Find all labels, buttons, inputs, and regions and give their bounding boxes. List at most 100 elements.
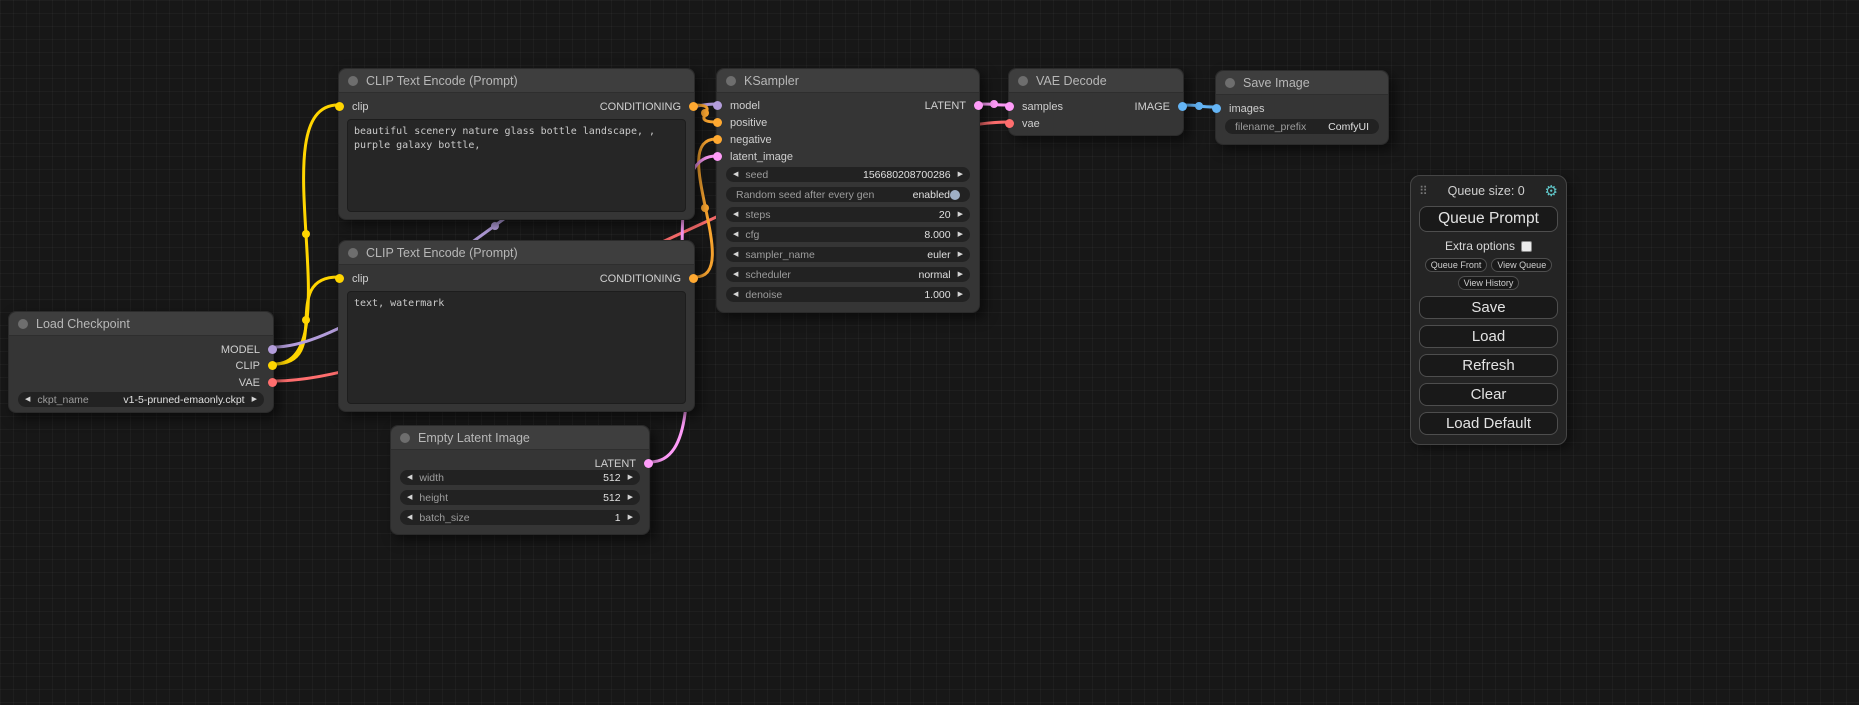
node-load-checkpoint[interactable]: Load Checkpoint MODEL CLIP VAE ◀ ckpt_na… — [8, 311, 274, 413]
toggle-knob-icon[interactable] — [950, 190, 960, 200]
random-seed-toggle[interactable]: Random seed after every gen enabled — [726, 187, 970, 202]
arrow-right-icon[interactable]: ▶ — [958, 251, 963, 258]
conditioning-port-icon[interactable] — [713, 118, 722, 127]
arrow-left-icon[interactable]: ◀ — [733, 231, 738, 238]
output-slot-clip[interactable]: CLIP — [236, 359, 273, 372]
drag-handle-icon[interactable]: ⠿ — [1419, 184, 1428, 198]
save-button[interactable]: Save — [1419, 296, 1558, 319]
refresh-button[interactable]: Refresh — [1419, 354, 1558, 377]
collapse-dot-icon[interactable] — [1018, 76, 1028, 86]
arrow-left-icon[interactable]: ◀ — [733, 211, 738, 218]
batch-size-widget[interactable]: ◀ batch_size 1 ▶ — [400, 510, 640, 525]
input-slot-latent-image[interactable]: latent_image — [717, 150, 793, 163]
arrow-left-icon[interactable]: ◀ — [733, 271, 738, 278]
latent-port-icon[interactable] — [1005, 102, 1014, 111]
arrow-right-icon[interactable]: ▶ — [252, 396, 257, 403]
arrow-left-icon[interactable]: ◀ — [733, 171, 738, 178]
collapse-dot-icon[interactable] — [348, 248, 358, 258]
arrow-left-icon[interactable]: ◀ — [407, 514, 412, 521]
arrow-left-icon[interactable]: ◀ — [733, 291, 738, 298]
collapse-dot-icon[interactable] — [400, 433, 410, 443]
arrow-right-icon[interactable]: ▶ — [958, 231, 963, 238]
node-save-image[interactable]: Save Image images filename_prefix ComfyU… — [1215, 70, 1389, 145]
input-slot-clip[interactable]: clip — [339, 272, 369, 285]
clip-port-icon[interactable] — [268, 361, 277, 370]
view-history-button[interactable]: View History — [1458, 276, 1520, 290]
input-slot-negative[interactable]: negative — [717, 133, 772, 146]
node-title-bar[interactable]: CLIP Text Encode (Prompt) — [339, 69, 694, 93]
comfy-menu-panel[interactable]: ⠿ Queue size: 0 ⚙ Queue Prompt Extra opt… — [1410, 175, 1567, 445]
input-slot-images[interactable]: images — [1216, 102, 1264, 115]
load-button[interactable]: Load — [1419, 325, 1558, 348]
arrow-right-icon[interactable]: ▶ — [958, 271, 963, 278]
output-slot-image[interactable]: IMAGE — [1135, 100, 1183, 113]
denoise-widget[interactable]: ◀ denoise 1.000 ▶ — [726, 287, 970, 302]
image-port-icon[interactable] — [1212, 104, 1221, 113]
arrow-left-icon[interactable]: ◀ — [407, 494, 412, 501]
output-slot-conditioning[interactable]: CONDITIONING — [600, 272, 694, 285]
queue-front-button[interactable]: Queue Front — [1425, 258, 1488, 272]
arrow-right-icon[interactable]: ▶ — [958, 291, 963, 298]
node-clip-text-encode-negative[interactable]: CLIP Text Encode (Prompt) clip CONDITION… — [338, 240, 695, 412]
arrow-left-icon[interactable]: ◀ — [25, 396, 30, 403]
input-slot-model[interactable]: model — [717, 99, 760, 112]
node-ksampler[interactable]: KSampler model positive negative latent_… — [716, 68, 980, 313]
node-title-bar[interactable]: Load Checkpoint — [9, 312, 273, 336]
collapse-dot-icon[interactable] — [1225, 78, 1235, 88]
collapse-dot-icon[interactable] — [348, 76, 358, 86]
node-title-bar[interactable]: CLIP Text Encode (Prompt) — [339, 241, 694, 265]
width-widget[interactable]: ◀ width 512 ▶ — [400, 470, 640, 485]
sampler-name-widget[interactable]: ◀ sampler_name euler ▶ — [726, 247, 970, 262]
node-vae-decode[interactable]: VAE Decode samples vae IMAGE — [1008, 68, 1184, 136]
output-slot-conditioning[interactable]: CONDITIONING — [600, 100, 694, 113]
arrow-left-icon[interactable]: ◀ — [733, 251, 738, 258]
output-slot-latent[interactable]: LATENT — [595, 457, 649, 470]
conditioning-port-icon[interactable] — [689, 274, 698, 283]
input-slot-vae[interactable]: vae — [1009, 117, 1040, 130]
node-empty-latent-image[interactable]: Empty Latent Image LATENT ◀ width 512 ▶ … — [390, 425, 650, 535]
clip-port-icon[interactable] — [335, 274, 344, 283]
input-slot-clip[interactable]: clip — [339, 100, 369, 113]
queue-prompt-button[interactable]: Queue Prompt — [1419, 206, 1558, 232]
latent-port-icon[interactable] — [713, 152, 722, 161]
extra-options-checkbox[interactable] — [1521, 241, 1532, 252]
seed-widget[interactable]: ◀ seed 156680208700286 ▶ — [726, 167, 970, 182]
node-title-bar[interactable]: Empty Latent Image — [391, 426, 649, 450]
arrow-left-icon[interactable]: ◀ — [407, 474, 412, 481]
view-queue-button[interactable]: View Queue — [1491, 258, 1552, 272]
prompt-textarea[interactable]: text, watermark — [347, 291, 686, 404]
image-port-icon[interactable] — [1178, 102, 1187, 111]
vae-port-icon[interactable] — [268, 378, 277, 387]
output-slot-model[interactable]: MODEL — [221, 343, 273, 356]
arrow-right-icon[interactable]: ▶ — [628, 514, 633, 521]
arrow-right-icon[interactable]: ▶ — [958, 211, 963, 218]
output-slot-latent[interactable]: LATENT — [925, 99, 979, 112]
clear-button[interactable]: Clear — [1419, 383, 1558, 406]
steps-widget[interactable]: ◀ steps 20 ▶ — [726, 207, 970, 222]
node-clip-text-encode-positive[interactable]: CLIP Text Encode (Prompt) clip CONDITION… — [338, 68, 695, 220]
latent-port-icon[interactable] — [644, 459, 653, 468]
conditioning-port-icon[interactable] — [689, 102, 698, 111]
ckpt-name-widget[interactable]: ◀ ckpt_name v1-5-pruned-emaonly.ckpt ▶ — [18, 392, 264, 407]
model-port-icon[interactable] — [713, 101, 722, 110]
prompt-textarea[interactable]: beautiful scenery nature glass bottle la… — [347, 119, 686, 212]
input-slot-positive[interactable]: positive — [717, 116, 767, 129]
arrow-right-icon[interactable]: ▶ — [958, 171, 963, 178]
collapse-dot-icon[interactable] — [726, 76, 736, 86]
arrow-right-icon[interactable]: ▶ — [628, 474, 633, 481]
conditioning-port-icon[interactable] — [713, 135, 722, 144]
node-title-bar[interactable]: KSampler — [717, 69, 979, 93]
clip-port-icon[interactable] — [335, 102, 344, 111]
filename-prefix-widget[interactable]: filename_prefix ComfyUI — [1225, 119, 1379, 134]
input-slot-samples[interactable]: samples — [1009, 100, 1063, 113]
node-title-bar[interactable]: Save Image — [1216, 71, 1388, 95]
node-graph-canvas[interactable]: Load Checkpoint MODEL CLIP VAE ◀ ckpt_na… — [0, 0, 1859, 705]
height-widget[interactable]: ◀ height 512 ▶ — [400, 490, 640, 505]
scheduler-widget[interactable]: ◀ scheduler normal ▶ — [726, 267, 970, 282]
output-slot-vae[interactable]: VAE — [239, 376, 273, 389]
node-title-bar[interactable]: VAE Decode — [1009, 69, 1183, 93]
collapse-dot-icon[interactable] — [18, 319, 28, 329]
vae-port-icon[interactable] — [1005, 119, 1014, 128]
latent-port-icon[interactable] — [974, 101, 983, 110]
cfg-widget[interactable]: ◀ cfg 8.000 ▶ — [726, 227, 970, 242]
